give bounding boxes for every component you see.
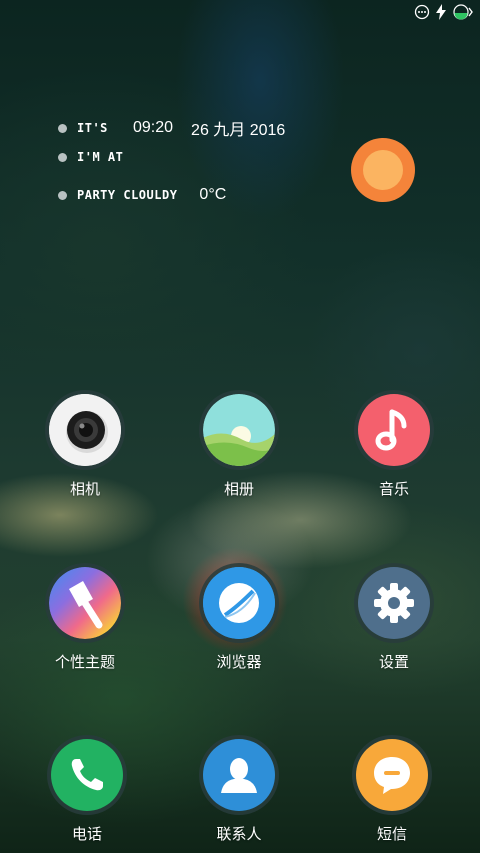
app-label: 个性主题 [54, 653, 115, 671]
sun-core [363, 150, 403, 190]
app-themes[interactable]: 个性主题 [30, 563, 140, 672]
app-gallery[interactable]: 相册 [184, 390, 294, 499]
date-text: 26 九月 2016 [191, 122, 286, 139]
bullet-dot [58, 152, 67, 162]
app-music[interactable]: 音乐 [339, 390, 449, 499]
app-ring [199, 563, 279, 643]
status-bar [414, 4, 474, 24]
contacts-icon [203, 739, 275, 811]
app-ring [354, 390, 434, 470]
home-screen: IT'S 09:20 26 九月 2016 I'M AT PARTY CLOUL… [0, 0, 480, 853]
battery-icon [452, 4, 474, 24]
music-icon [358, 394, 430, 466]
messages-icon [356, 739, 428, 811]
temperature-text: 0°C [199, 186, 227, 203]
app-label: 浏览器 [216, 653, 262, 671]
charging-bolt-icon [436, 4, 446, 24]
more-dots-icon [414, 4, 430, 24]
app-ring [354, 563, 434, 643]
browser-icon [203, 567, 275, 639]
app-ring [199, 735, 279, 815]
im-at-tag: I'M AT [77, 150, 124, 164]
time-text: 09:20 [133, 119, 174, 136]
app-ring [45, 563, 125, 643]
app-messages[interactable]: 短信 [337, 735, 447, 844]
time-row: IT'S 09:20 26 九月 2016 [58, 116, 285, 140]
location-row: I'M AT [58, 150, 123, 164]
weather-row: PARTY CLOULDY 0°C [58, 186, 226, 204]
settings-gear-icon [358, 567, 430, 639]
app-settings[interactable]: 设置 [339, 563, 449, 672]
app-phone[interactable]: 电话 [32, 735, 142, 844]
app-label: 相机 [69, 480, 100, 498]
app-ring [45, 390, 125, 470]
bullet-dot [58, 123, 67, 133]
app-camera[interactable]: 相机 [30, 390, 140, 499]
app-label: 联系人 [216, 825, 262, 843]
gallery-icon [203, 394, 275, 466]
its-tag: IT'S [77, 121, 108, 135]
app-ring [199, 390, 279, 470]
app-contacts[interactable]: 联系人 [184, 735, 294, 844]
app-ring [352, 735, 432, 815]
app-label: 设置 [378, 653, 409, 671]
bullet-dot [58, 190, 67, 200]
app-label: 短信 [376, 825, 407, 843]
theme-brush-icon [49, 567, 121, 639]
weather-sun-icon[interactable] [351, 138, 415, 202]
app-browser[interactable]: 浏览器 [184, 563, 294, 672]
app-label: 音乐 [378, 480, 409, 498]
camera-icon [49, 394, 121, 466]
weather-condition-text: PARTY CLOULDY [77, 188, 178, 202]
app-label: 相册 [223, 480, 254, 498]
app-ring [47, 735, 127, 815]
phone-icon [51, 739, 123, 811]
app-label: 电话 [71, 825, 102, 843]
